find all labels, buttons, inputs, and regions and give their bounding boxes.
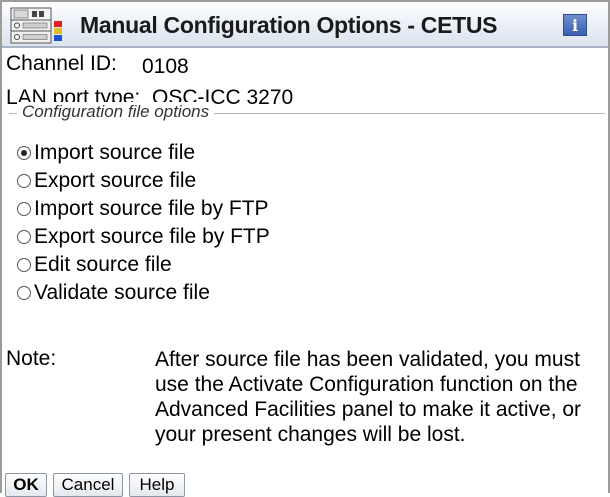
radio-button-icon[interactable] bbox=[17, 258, 31, 272]
radio-label: Validate source file bbox=[34, 281, 210, 304]
radio-edit-source-file[interactable]: Edit source file bbox=[17, 253, 172, 277]
radio-label: Import source file by FTP bbox=[34, 197, 269, 220]
dialog-window: Manual Configuration Options - CETUS i C… bbox=[0, 0, 610, 497]
dialog-title: Manual Configuration Options - CETUS bbox=[80, 12, 498, 38]
note-line: your present changes will be lost. bbox=[155, 423, 466, 446]
radio-import-source-file-ftp[interactable]: Import source file by FTP bbox=[17, 197, 269, 221]
info-icon[interactable]: i bbox=[563, 14, 587, 36]
radio-import-source-file[interactable]: Import source file bbox=[17, 141, 195, 165]
radio-export-source-file[interactable]: Export source file bbox=[17, 169, 196, 193]
radio-button-icon[interactable] bbox=[17, 174, 31, 188]
radio-button-icon[interactable] bbox=[17, 286, 31, 300]
server-console-icon bbox=[10, 7, 62, 44]
note-line: After source file has been validated, yo… bbox=[155, 348, 580, 371]
config-file-options-group: Configuration file options Import source… bbox=[9, 102, 605, 341]
note-label: Note: bbox=[6, 347, 57, 370]
radio-validate-source-file[interactable]: Validate source file bbox=[17, 281, 210, 305]
note-text: After source file has been validated, yo… bbox=[155, 347, 605, 447]
radio-label: Export source file bbox=[34, 169, 197, 192]
radio-button-icon[interactable] bbox=[17, 230, 31, 244]
cancel-button[interactable]: Cancel bbox=[53, 473, 123, 497]
ok-button[interactable]: OK bbox=[5, 473, 47, 497]
channel-id-label: Channel ID: bbox=[6, 52, 117, 75]
radio-label: Edit source file bbox=[34, 253, 172, 276]
radio-export-source-file-ftp[interactable]: Export source file by FTP bbox=[17, 225, 270, 249]
config-file-options-legend: Configuration file options bbox=[17, 102, 215, 122]
radio-label: Import source file bbox=[34, 141, 196, 164]
help-button[interactable]: Help bbox=[129, 473, 185, 497]
note-line: Advanced Facilities panel to make it act… bbox=[155, 398, 582, 421]
note-line: use the Activate Configuration function … bbox=[155, 373, 578, 396]
title-bar: Manual Configuration Options - CETUS i bbox=[2, 0, 608, 48]
channel-id-value: 0108 bbox=[142, 55, 189, 78]
radio-button-icon[interactable] bbox=[17, 202, 31, 216]
radio-label: Export source file by FTP bbox=[34, 225, 270, 248]
radio-button-icon[interactable] bbox=[17, 146, 31, 160]
